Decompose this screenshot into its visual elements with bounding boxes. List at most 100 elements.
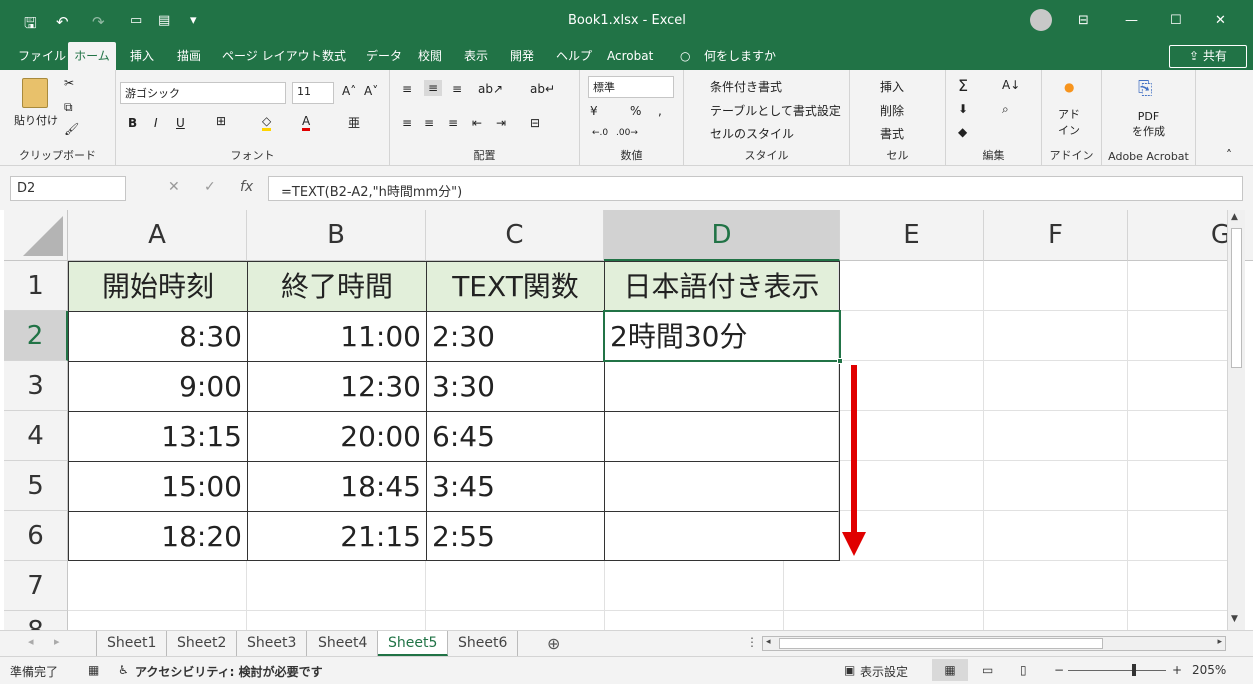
cell-c2[interactable]: 2:30 xyxy=(427,312,605,362)
cell-a6[interactable]: 18:20 xyxy=(69,512,248,560)
customize-icon[interactable]: ▾ xyxy=(190,13,197,28)
cell-d5[interactable] xyxy=(605,462,839,512)
find-icon[interactable]: ⌕ xyxy=(1002,102,1009,117)
grow-font-icon[interactable]: A˄ xyxy=(342,84,356,98)
cell-d3[interactable] xyxy=(605,362,839,412)
tab-draw[interactable]: 描画 xyxy=(175,42,203,70)
sheet-tab-3[interactable]: Sheet3 xyxy=(237,631,308,656)
redo-icon[interactable]: ↷ xyxy=(92,13,105,31)
pdf-icon[interactable]: ⎘ xyxy=(1138,78,1152,99)
row-header-8[interactable]: 8 xyxy=(4,611,68,630)
cell-b2[interactable]: 11:00 xyxy=(248,312,427,362)
collapse-ribbon-icon[interactable]: ˄ xyxy=(1226,148,1232,162)
prev-sheet-icon[interactable]: ◂ xyxy=(28,635,34,648)
cell-a2[interactable]: 8:30 xyxy=(69,312,248,362)
tab-split-handle[interactable]: ⋮ xyxy=(746,635,758,649)
decrease-decimal-icon[interactable]: .00→ xyxy=(616,128,638,138)
tab-formulas[interactable]: 数式 xyxy=(320,42,348,70)
select-all-corner[interactable] xyxy=(4,210,68,261)
column-header-e[interactable]: E xyxy=(840,210,984,261)
paste-icon[interactable] xyxy=(22,78,48,108)
sheet-tab-6[interactable]: Sheet6 xyxy=(448,631,519,656)
ribbon-display-icon[interactable]: ⊟ xyxy=(1078,13,1089,28)
cell-c5[interactable]: 3:45 xyxy=(427,462,605,512)
row-header-7[interactable]: 7 xyxy=(4,561,68,611)
page-layout-view-icon[interactable]: ▭ xyxy=(982,663,993,677)
increase-decimal-icon[interactable]: ←.0 xyxy=(592,128,608,138)
cell-c1[interactable]: TEXT関数 xyxy=(427,262,605,312)
align-right-icon[interactable]: ≡ xyxy=(448,116,458,130)
zoom-slider-thumb[interactable] xyxy=(1132,664,1136,676)
cell-a4[interactable]: 13:15 xyxy=(69,412,248,462)
create-pdf-button[interactable]: PDF を作成 xyxy=(1132,110,1165,139)
add-sheet-icon[interactable]: ⊕ xyxy=(547,634,560,653)
addin-button[interactable]: アド イン xyxy=(1058,106,1080,138)
conditional-formatting-button[interactable]: 条件付き書式 xyxy=(710,78,782,95)
scroll-left-icon[interactable]: ◂ xyxy=(766,637,771,647)
column-header-b[interactable]: B xyxy=(247,210,426,261)
tab-home[interactable]: ホーム xyxy=(68,42,116,70)
form-icon[interactable]: ▤ xyxy=(158,13,170,28)
sort-filter-icon[interactable]: A↓ xyxy=(1002,78,1020,92)
fill-color-icon[interactable]: ◇ xyxy=(262,114,272,131)
cell-c4[interactable]: 6:45 xyxy=(427,412,605,462)
insert-function-icon[interactable]: fx xyxy=(240,179,253,195)
tab-file[interactable]: ファイル xyxy=(16,42,68,70)
delete-cells-button[interactable]: 削除 xyxy=(880,102,904,119)
row-header-4[interactable]: 4 xyxy=(4,411,68,461)
page-break-view-icon[interactable]: ▯ xyxy=(1020,663,1027,677)
cell-b1[interactable]: 終了時間 xyxy=(248,262,427,312)
name-box[interactable]: D2 xyxy=(10,176,126,201)
cut-icon[interactable]: ✂ xyxy=(64,76,74,90)
row-header-1[interactable]: 1 xyxy=(4,261,68,311)
align-top-icon[interactable]: ≡ xyxy=(402,82,412,96)
font-name-select[interactable]: 游ゴシック xyxy=(120,82,286,104)
new-icon[interactable]: ▭ xyxy=(130,13,142,28)
copy-icon[interactable]: ⧉ xyxy=(64,100,73,115)
column-header-a[interactable]: A xyxy=(68,210,247,261)
cell-d4[interactable] xyxy=(605,412,839,462)
align-middle-icon[interactable]: ≡ xyxy=(424,80,443,96)
cell-a1[interactable]: 開始時刻 xyxy=(69,262,248,312)
formula-input[interactable]: =TEXT(B2-A2,"h時間mm分") xyxy=(268,176,1243,201)
cancel-icon[interactable]: ✕ xyxy=(168,179,180,195)
tab-help[interactable]: ヘルプ xyxy=(554,42,594,70)
sheet-tab-4[interactable]: Sheet4 xyxy=(308,631,379,656)
zoom-slider[interactable] xyxy=(1068,664,1166,676)
percent-button[interactable]: % xyxy=(630,104,641,118)
empty-row-7[interactable] xyxy=(68,561,840,630)
next-sheet-icon[interactable]: ▸ xyxy=(54,635,60,648)
tab-page-layout[interactable]: ページ レイアウト xyxy=(220,42,324,70)
cell-d6[interactable] xyxy=(605,512,839,560)
maximize-icon[interactable]: ☐ xyxy=(1170,13,1182,28)
underline-button[interactable]: U xyxy=(176,116,185,130)
fill-handle[interactable] xyxy=(837,358,843,364)
cell-b4[interactable]: 20:00 xyxy=(248,412,427,462)
fill-icon[interactable]: ⬇ xyxy=(958,102,968,116)
italic-button[interactable]: I xyxy=(154,116,158,130)
paste-button[interactable]: 貼り付け xyxy=(14,112,58,128)
cell-styles-button[interactable]: セルのスタイル xyxy=(710,125,794,142)
zoom-in-icon[interactable]: + xyxy=(1172,663,1182,677)
sheet-tab-1[interactable]: Sheet1 xyxy=(96,631,168,656)
cell-d1[interactable]: 日本語付き表示 xyxy=(605,262,839,312)
undo-icon[interactable]: ↶ xyxy=(56,13,69,31)
save-icon[interactable]: 🖫 xyxy=(24,13,37,38)
macro-record-icon[interactable]: ▦ xyxy=(88,663,99,677)
row-header-3[interactable]: 3 xyxy=(4,361,68,411)
scroll-right-icon[interactable]: ▸ xyxy=(1217,637,1222,647)
number-format-select[interactable]: 標準 xyxy=(588,76,674,98)
align-left-icon[interactable]: ≡ xyxy=(402,116,412,130)
orientation-icon[interactable]: ab↗ xyxy=(478,82,503,96)
merge-center-icon[interactable]: ⊟ xyxy=(530,116,540,130)
sheet-tab-5[interactable]: Sheet5 xyxy=(378,631,449,656)
zoom-level[interactable]: 205% xyxy=(1192,663,1226,677)
autosum-icon[interactable]: Σ xyxy=(958,76,968,95)
share-button[interactable]: ⇪ 共有 xyxy=(1169,45,1247,68)
display-settings-button[interactable]: 表示設定 xyxy=(860,663,908,680)
align-bottom-icon[interactable]: ≡ xyxy=(452,82,462,96)
horizontal-scroll-thumb[interactable] xyxy=(779,638,1103,649)
normal-view-icon[interactable]: ▦ xyxy=(932,659,968,681)
tab-data[interactable]: データ xyxy=(364,42,404,70)
font-size-select[interactable]: 11 xyxy=(292,82,334,104)
